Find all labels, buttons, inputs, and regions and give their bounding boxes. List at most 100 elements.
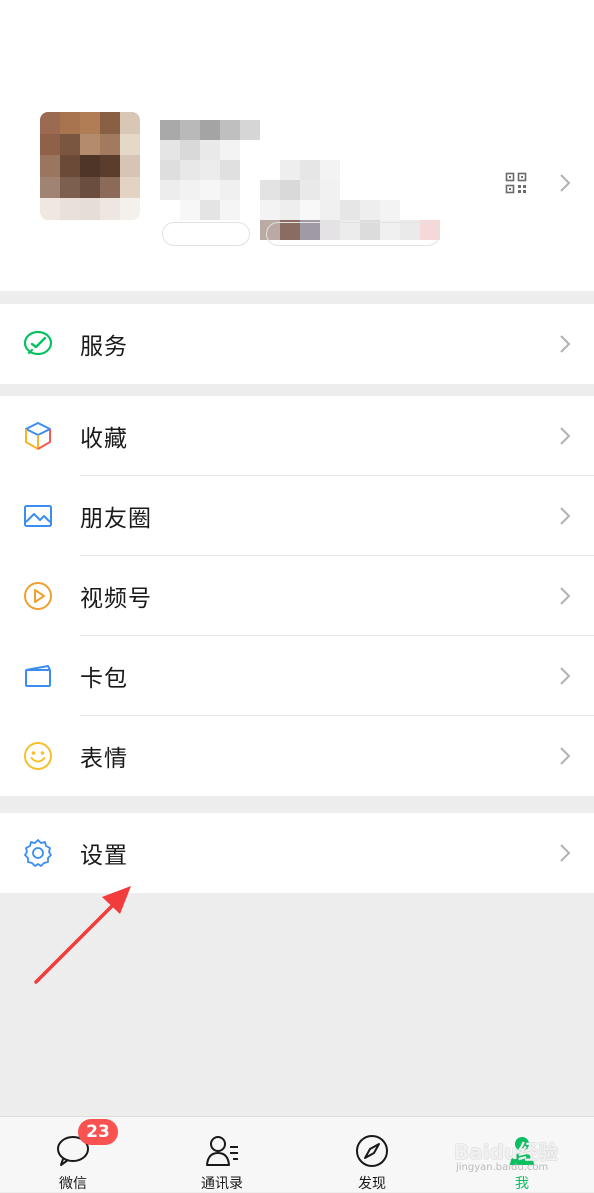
avatar-mosaic-cell [40, 133, 60, 156]
menu-label-stickers: 表情 [80, 746, 128, 772]
menu-label-channels: 视频号 [80, 586, 152, 612]
menu-label-cards: 卡包 [80, 666, 128, 692]
features-section: 收藏 朋友圈 视频号 卡包 表情 [0, 396, 594, 796]
menu-item-moments[interactable]: 朋友圈 [0, 476, 594, 556]
avatar-mosaic-cell [60, 198, 80, 220]
menu-item-stickers[interactable]: 表情 [0, 716, 594, 796]
chevron-right-icon [560, 507, 571, 525]
picture-icon [24, 505, 52, 527]
friends-status-pill[interactable] [266, 222, 440, 246]
chevron-right-icon [560, 667, 571, 685]
menu-item-services[interactable]: 服务 [0, 304, 594, 384]
avatar-mosaic-cell [100, 198, 120, 220]
compass-icon [356, 1135, 388, 1167]
name-mosaic-cell [180, 200, 200, 220]
status-mosaic-cell [260, 200, 280, 220]
chevron-right-icon [560, 587, 571, 605]
services-icon [23, 330, 53, 356]
tab-contacts[interactable]: 通讯录 [172, 1117, 272, 1192]
status-mosaic-cell [300, 160, 320, 180]
tab-label-me: 我 [515, 1176, 529, 1192]
chevron-right-icon [560, 747, 571, 765]
status-mosaic-cell [320, 200, 340, 220]
status-mosaic-cell [320, 180, 340, 200]
tab-label-chats: 微信 [59, 1176, 87, 1192]
menu-item-favorites[interactable]: 收藏 [0, 396, 594, 476]
status-mosaic-cell [420, 180, 440, 200]
avatar-mosaic-cell [60, 155, 80, 177]
tab-discover[interactable]: 发现 [322, 1117, 422, 1192]
avatar-mosaic-cell [120, 176, 140, 199]
status-mosaic-cell [400, 200, 420, 220]
name-mosaic-cell [220, 200, 240, 220]
name-mosaic-cell [180, 180, 200, 200]
menu-label-settings: 设置 [80, 843, 128, 869]
menu-item-settings[interactable]: 设置 [0, 813, 594, 893]
avatar-mosaic-cell [60, 133, 80, 156]
name-mosaic-cell [200, 180, 220, 200]
name-mosaic-cell [200, 120, 220, 140]
name-mosaic-cell [180, 160, 200, 180]
me-person-icon [510, 1137, 534, 1165]
avatar-mosaic-cell [120, 198, 140, 220]
status-mosaic-cell [320, 160, 340, 180]
name-mosaic-cell [160, 140, 180, 160]
gear-icon [24, 839, 52, 867]
avatar[interactable] [40, 112, 140, 220]
status-mosaic-cell [300, 180, 320, 200]
avatar-mosaic-cell [80, 112, 100, 134]
status-mosaic-cell [400, 180, 420, 200]
name-mosaic-cell [180, 140, 200, 160]
name-mosaic-cell [220, 160, 240, 180]
services-section: 服务 [0, 304, 594, 384]
settings-section: 设置 [0, 813, 594, 893]
name-mosaic-cell [160, 200, 180, 220]
name-mosaic-cell [240, 180, 260, 200]
name-mosaic-cell [220, 120, 240, 140]
name-mosaic-cell [160, 120, 180, 140]
tab-me[interactable]: 我 [472, 1117, 572, 1192]
avatar-mosaic-cell [40, 198, 60, 220]
avatar-mosaic-cell [60, 112, 80, 134]
avatar-mosaic-cell [40, 176, 60, 199]
name-mosaic-cell [240, 120, 260, 140]
name-mosaic-cell [200, 160, 220, 180]
status-mosaic-cell [380, 180, 400, 200]
avatar-mosaic-cell [40, 155, 60, 177]
menu-label-services: 服务 [80, 334, 128, 360]
status-mosaic-cell [260, 160, 280, 180]
status-mosaic-cell [420, 200, 440, 220]
status-mosaic-cell [380, 160, 400, 180]
name-mosaic-cell [200, 200, 220, 220]
profile-header[interactable] [0, 0, 594, 291]
status-mosaic-cell [340, 160, 360, 180]
status-mosaic-cell [280, 200, 300, 220]
status-pill[interactable] [162, 222, 250, 246]
status-mosaic-cell [360, 200, 380, 220]
status-mosaic-cell [380, 200, 400, 220]
menu-label-favorites: 收藏 [80, 426, 128, 452]
name-mosaic-cell [240, 200, 260, 220]
name-mosaic-cell [180, 120, 200, 140]
status-mosaic-cell [280, 180, 300, 200]
chevron-right-icon [560, 844, 571, 862]
contacts-icon [206, 1136, 238, 1166]
avatar-mosaic-cell [100, 112, 120, 134]
name-mosaic-cell [220, 180, 240, 200]
unread-badge: 23 [78, 1119, 118, 1145]
avatar-mosaic-cell [120, 155, 140, 177]
avatar-mosaic-cell [100, 155, 120, 177]
qr-code-icon[interactable] [505, 172, 527, 194]
annotation-arrow [34, 886, 131, 984]
card-wallet-icon [25, 665, 51, 687]
avatar-mosaic-cell [100, 133, 120, 156]
cube-icon [25, 422, 51, 450]
menu-item-channels[interactable]: 视频号 [0, 556, 594, 636]
play-circle-icon [24, 582, 52, 610]
status-mosaic-cell [340, 180, 360, 200]
name-mosaic-cell [200, 140, 220, 160]
name-mosaic-cell [220, 140, 240, 160]
menu-item-cards[interactable]: 卡包 [0, 636, 594, 716]
chevron-right-icon [560, 335, 571, 353]
avatar-mosaic-cell [100, 176, 120, 199]
